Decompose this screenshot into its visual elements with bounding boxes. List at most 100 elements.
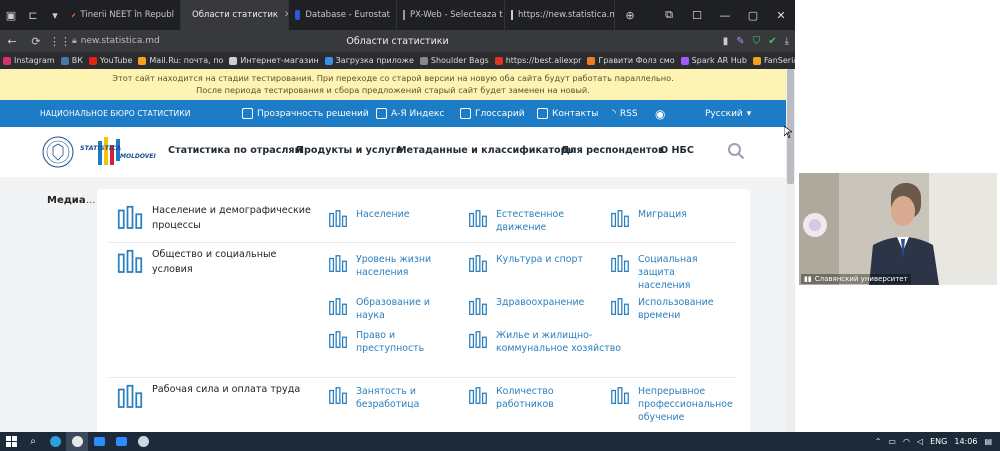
contacts-link[interactable]: Контакты: [537, 108, 598, 119]
folder-icon[interactable]: ▭: [888, 437, 896, 446]
bookmark-item[interactable]: Интернет-магазин: [229, 56, 319, 65]
bookmark-item[interactable]: Spark AR Hub: [680, 56, 747, 65]
subcategory-health[interactable]: Здравоохранение: [467, 296, 584, 318]
subcategory-label-line: работников: [496, 399, 554, 410]
back-icon[interactable]: ←: [0, 35, 24, 48]
transparency-link[interactable]: Прозрачность решений: [242, 108, 369, 119]
snapshot-icon[interactable]: ⧉: [655, 0, 683, 30]
tab-new-statistica[interactable]: https://new.statistica.m: [505, 0, 615, 30]
yandex-browser-icon[interactable]: [66, 432, 88, 451]
video-thumbnail[interactable]: ▮▮ Славянский университет: [799, 173, 997, 285]
tab-statistics[interactable]: Области статистик ✕: [181, 0, 289, 30]
tab-pxweb[interactable]: PX-Web - Selecteaza t: [397, 0, 505, 30]
subcategory-living[interactable]: Уровень жизни населения: [327, 253, 431, 279]
subcategory-time[interactable]: Использование времени: [609, 296, 714, 322]
bookmark-item[interactable]: Instagram: [3, 56, 55, 65]
search-icon[interactable]: ⌕: [22, 432, 44, 451]
subcategory-label-line: Количество: [496, 386, 554, 397]
nav-respondents[interactable]: Для респондентов: [561, 145, 664, 156]
minimize-icon[interactable]: —: [711, 0, 739, 30]
telegram-icon[interactable]: [44, 432, 66, 451]
vpn-icon[interactable]: ✔: [768, 36, 776, 47]
bookmark-item[interactable]: https://best.aliexpr: [494, 56, 581, 65]
bookmark-item[interactable]: FanSerials: [752, 56, 795, 65]
bookmark-item[interactable]: Shoulder Bags: [419, 56, 489, 65]
accessibility-eye-icon[interactable]: ◉: [655, 107, 665, 121]
natural-icon: [469, 210, 487, 227]
section-divider: [109, 377, 737, 378]
subcategory-education[interactable]: Образование и наука: [327, 296, 430, 322]
subcategory-law[interactable]: Право и преступность: [327, 329, 424, 355]
category-society[interactable]: Общество и социальные условия: [115, 247, 276, 277]
media-link[interactable]: Медиа: [47, 195, 86, 206]
tab-tinerii[interactable]: Tinerii NEET în Republ: [66, 0, 181, 30]
subcategory-migration[interactable]: Миграция: [609, 208, 687, 230]
subcategory-culture[interactable]: Культура и спорт: [467, 253, 583, 275]
steam-icon[interactable]: [132, 432, 154, 451]
subcategory-employment[interactable]: Занятость и безработица: [327, 385, 419, 411]
az-index-link[interactable]: А-Я Индекс: [376, 108, 444, 119]
new-tab-icon[interactable]: ⊕: [619, 0, 641, 30]
reload-icon[interactable]: ⟳: [24, 35, 48, 48]
bookmark-favicon-icon: [60, 56, 69, 65]
feather-icon[interactable]: ✎: [736, 36, 744, 47]
glossary-link[interactable]: Глоссарий: [460, 108, 525, 119]
bookmark-item[interactable]: Гравити Фолз смо: [587, 56, 675, 65]
close-window-icon[interactable]: ✕: [767, 0, 795, 30]
tab-eurostat[interactable]: Database - Eurostat: [289, 0, 397, 30]
subcategory-label-line: Занятость и: [356, 386, 416, 397]
subcategory-social[interactable]: Социальная защита населения: [609, 253, 698, 292]
page-scrollbar[interactable]: [786, 69, 795, 432]
subcategory-natural[interactable]: Естественное движение: [467, 208, 564, 234]
chevron-up-icon[interactable]: ⌃: [875, 437, 882, 446]
input-language[interactable]: ENG: [930, 437, 947, 446]
notifications-icon[interactable]: ▤: [984, 437, 992, 446]
zoom-icon[interactable]: [88, 432, 110, 451]
bookmark-favicon-icon: [419, 56, 428, 65]
bookmark-item[interactable]: Mail.Ru: почта, по: [138, 56, 223, 65]
subcategory-training[interactable]: Непрерывное профессиональное обучение: [609, 385, 733, 424]
statistica-moldovei-logo[interactable]: [42, 133, 162, 171]
bookmark-item[interactable]: ВК: [60, 56, 83, 65]
url-field[interactable]: new.statistica.md: [81, 36, 160, 46]
zoom-meeting-icon[interactable]: [110, 432, 132, 451]
clock[interactable]: 14:06: [954, 437, 977, 446]
tab-dropdown-icon[interactable]: ▾: [44, 0, 66, 30]
volume-icon[interactable]: ◁: [917, 437, 923, 446]
education-icon: [329, 298, 347, 315]
rss-icon: ◝: [612, 108, 616, 119]
pin-icon[interactable]: ☐: [683, 0, 711, 30]
search-icon[interactable]: [727, 142, 745, 160]
org-name[interactable]: НАЦИОНАЛЬНОЕ БЮРО СТАТИСТИКИ: [40, 109, 191, 118]
tab-bar: ▣ ⊏ ▾ Tinerii NEET în Republ Области ста…: [0, 0, 795, 30]
wifi-icon[interactable]: ◠: [903, 437, 910, 446]
index-icon: [376, 108, 387, 119]
nav-products-services[interactable]: Продукты и услуги: [296, 145, 403, 156]
law-icon: [329, 331, 347, 348]
category-population[interactable]: Население и демографические процессы: [115, 203, 311, 233]
bookmark-item[interactable]: Загрузка приложе: [324, 56, 414, 65]
subcategory-workers[interactable]: Количество работников: [467, 385, 554, 411]
more-dots[interactable]: ...: [86, 195, 96, 206]
nav-about-nbs[interactable]: О НБС: [660, 145, 694, 156]
new-workspace-icon[interactable]: ⊏: [22, 0, 44, 30]
subcategory-population[interactable]: Население: [327, 208, 409, 230]
download-icon[interactable]: ⤓: [785, 36, 789, 47]
windows-start-icon[interactable]: [0, 432, 22, 451]
participant-video-frame: [799, 173, 997, 285]
shield-icon[interactable]: ⛉: [753, 36, 761, 47]
tab-list-icon[interactable]: ▣: [0, 0, 22, 30]
nav-statistics-by-sector[interactable]: Статистика по отраслям: [168, 145, 302, 156]
language-select[interactable]: Русский ▾: [705, 109, 751, 119]
bookmark-favicon-icon: [229, 56, 238, 65]
maximize-icon[interactable]: ▢: [739, 0, 767, 30]
subcategory-label-line: Социальная: [638, 254, 698, 265]
category-labour[interactable]: Рабочая сила и оплата труда: [115, 382, 300, 412]
nav-metadata[interactable]: Метаданные и классификаторы: [397, 145, 576, 156]
rss-link[interactable]: ◝ RSS: [612, 108, 638, 119]
speed-dial-icon[interactable]: ⋮⋮: [48, 35, 72, 48]
bookmark-item[interactable]: YouTube: [88, 56, 132, 65]
lock-icon: 🔒︎: [72, 36, 77, 46]
subcategory-housing[interactable]: Жилье и жилищно-коммунальное хозяйство: [467, 329, 621, 355]
bookmark-icon[interactable]: ▮: [723, 36, 729, 47]
